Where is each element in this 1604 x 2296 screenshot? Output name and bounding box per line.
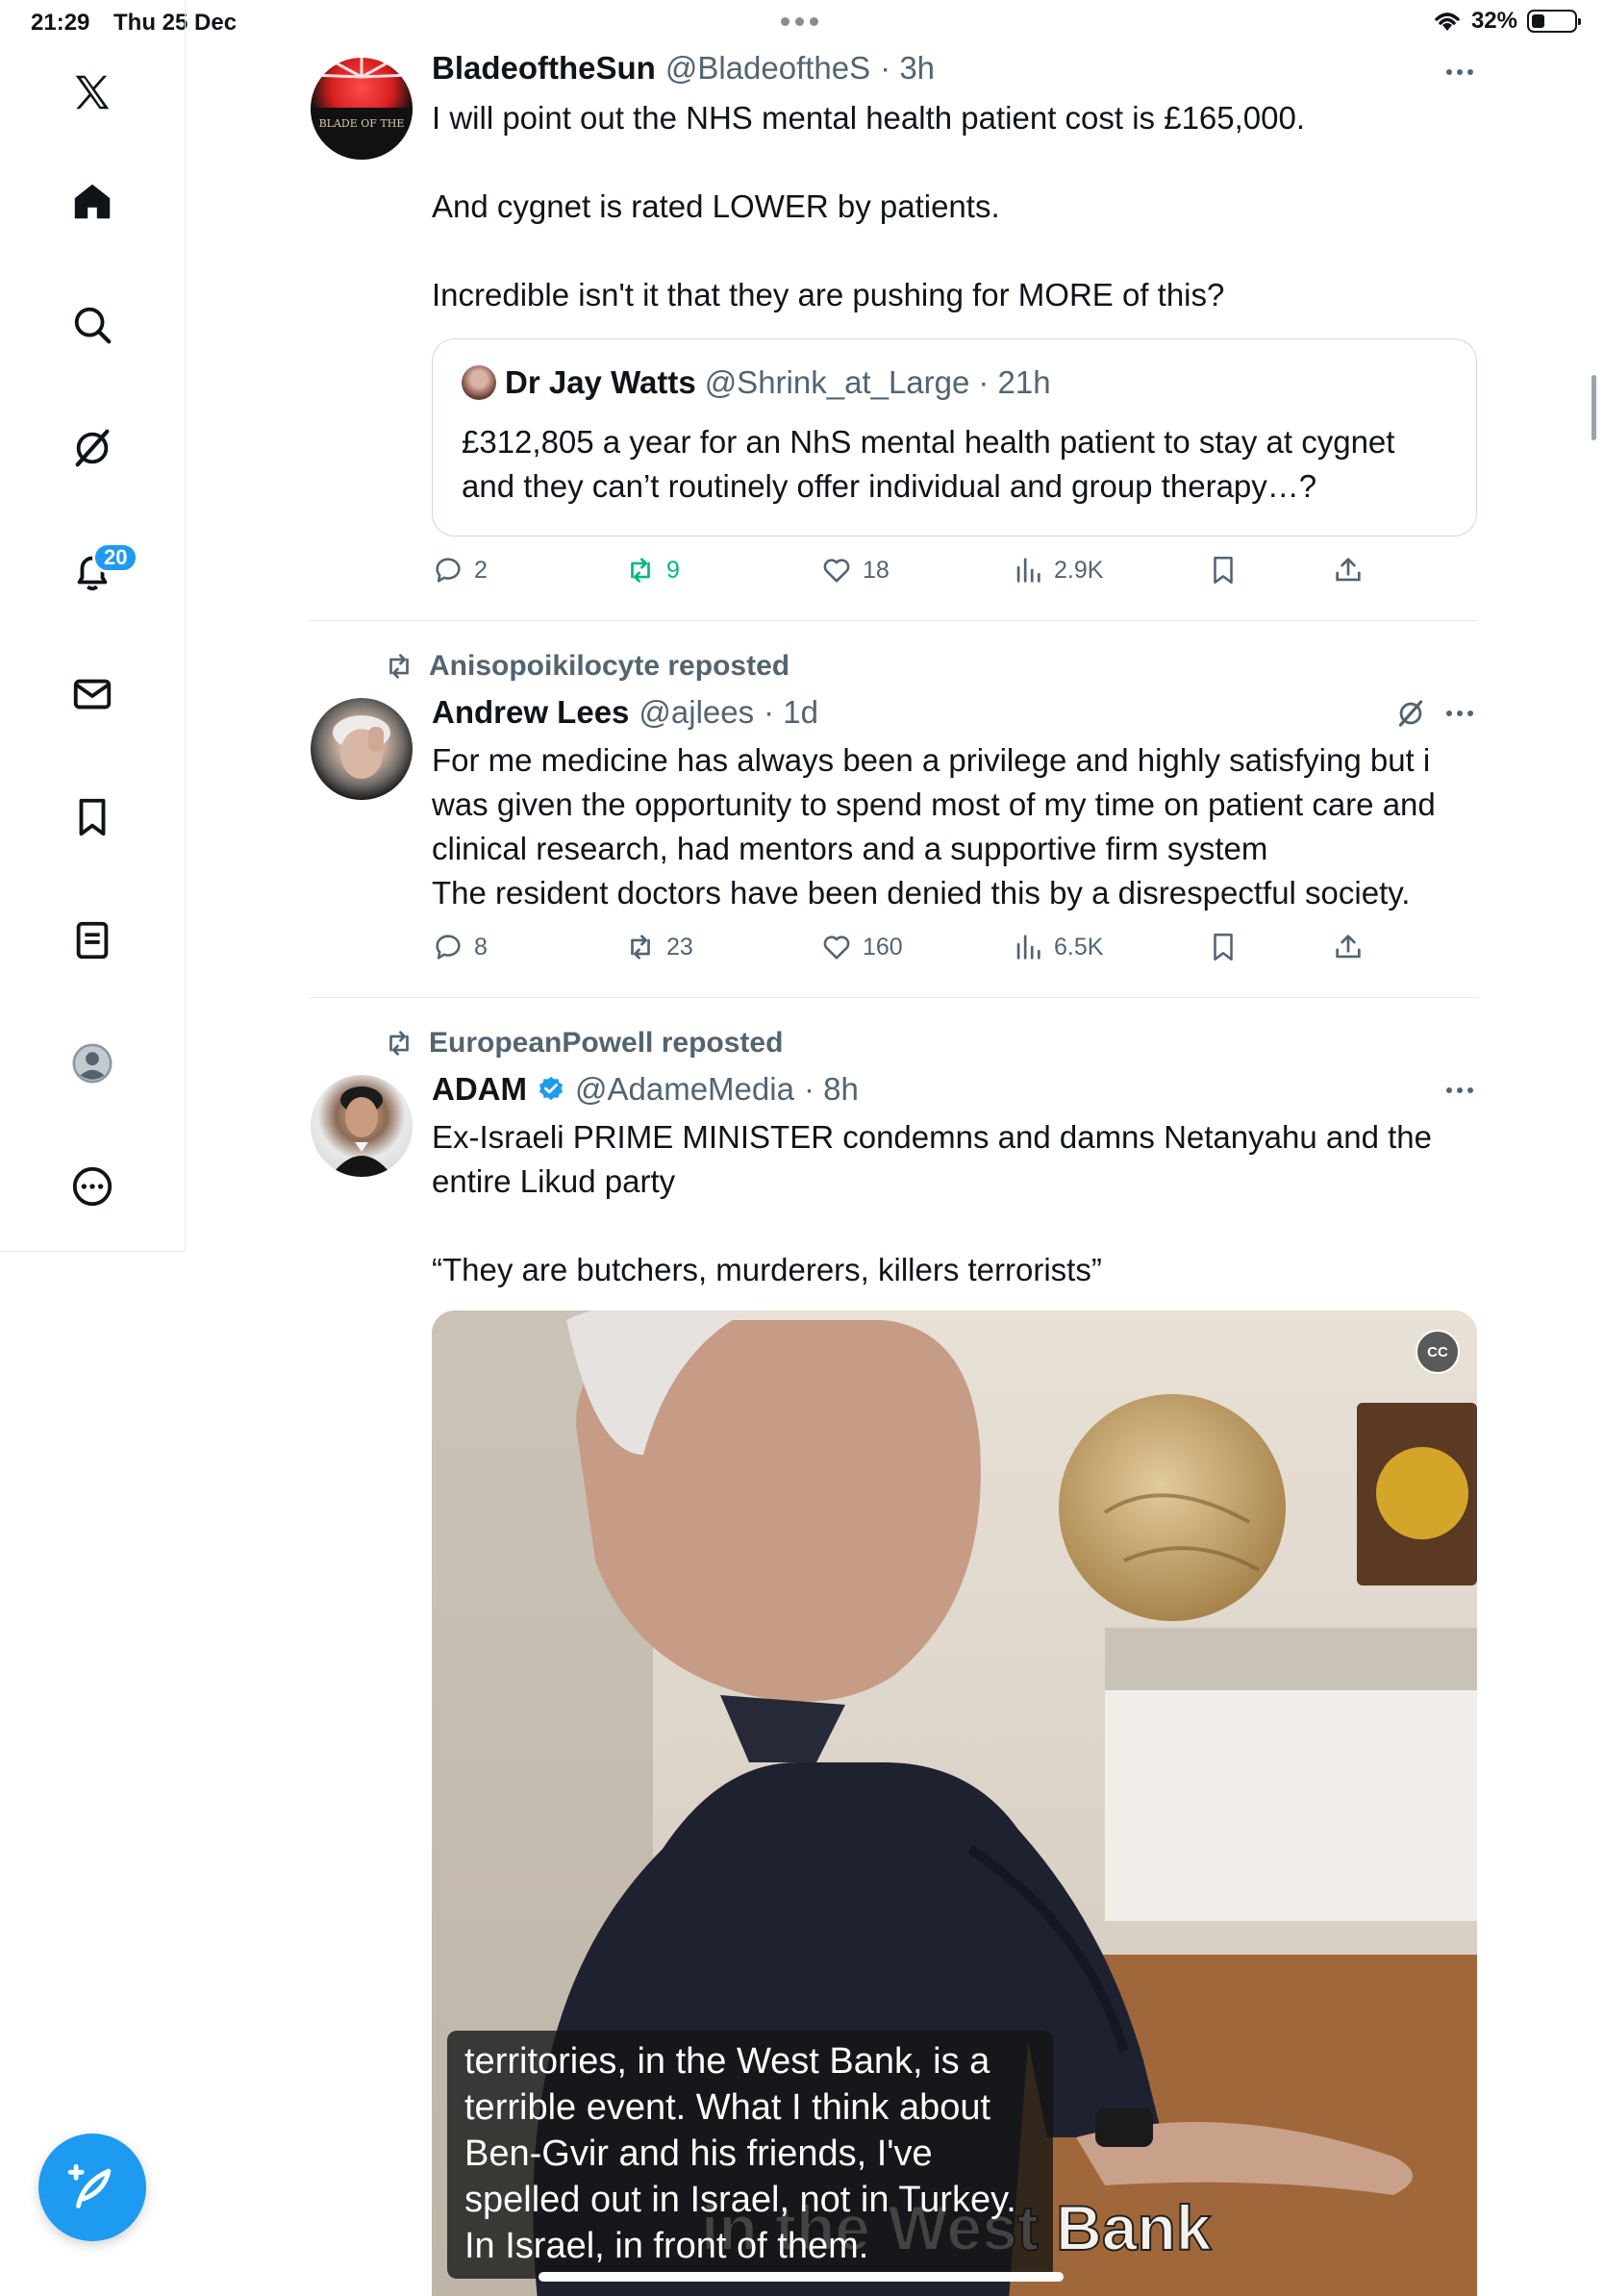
views-count: 2.9K — [1054, 556, 1104, 584]
heart-icon — [823, 936, 850, 960]
divider — [309, 620, 1478, 621]
bookmark-icon — [1214, 556, 1233, 585]
more-options-icon[interactable] — [1446, 69, 1473, 75]
avatar-logo-text: BLADE OF THE — [319, 117, 405, 130]
video-caption: territories, in the West Bank, is a terr… — [447, 2031, 1053, 2279]
heart-icon — [823, 559, 850, 583]
reply-button[interactable]: 8 — [432, 931, 488, 963]
reply-count: 8 — [474, 933, 488, 961]
more-options-icon[interactable] — [1446, 711, 1473, 716]
quoted-tweet[interactable]: Dr Jay Watts @Shrink_at_Large · 21h £312… — [432, 338, 1477, 537]
like-button[interactable]: 160 — [820, 931, 903, 963]
compose-post-button[interactable] — [38, 2134, 146, 2241]
views-icon — [1016, 935, 1040, 960]
grok-icon[interactable] — [1394, 697, 1427, 730]
repost-button[interactable]: 23 — [624, 931, 693, 963]
timestamp[interactable]: · 1d — [764, 694, 818, 731]
quote-header: Dr Jay Watts @Shrink_at_Large · 21h — [462, 364, 1051, 401]
repost-count: 23 — [666, 933, 693, 961]
views-count: 6.5K — [1054, 933, 1104, 961]
status-indicators: 32% — [1433, 8, 1581, 35]
repost-attribution[interactable]: Anisopoikilocyte reposted — [383, 650, 789, 683]
share-icon — [1336, 935, 1361, 959]
reply-button[interactable]: 2 — [432, 554, 488, 586]
reply-icon — [436, 935, 461, 960]
bookmark-button[interactable] — [1207, 931, 1240, 963]
tweet-actions: 8 23 160 6.5K — [432, 931, 1393, 969]
quote-handle: @Shrink_at_Large — [704, 364, 970, 400]
status-bar: 21:29 Thu 25 Dec 32% — [0, 0, 1604, 46]
reply-count: 2 — [474, 556, 488, 584]
avatar[interactable]: BLADE OF THE — [311, 58, 413, 160]
views-button[interactable]: 6.5K — [1012, 931, 1103, 963]
tweet-text: For me medicine has always been a privil… — [432, 742, 1436, 911]
video-player[interactable]: CC in the West Bank territories, in the … — [432, 1310, 1477, 2296]
repost-icon — [389, 1031, 409, 1056]
more-icon[interactable] — [58, 1152, 127, 1221]
like-count: 160 — [863, 933, 903, 961]
messages-icon[interactable] — [58, 660, 127, 729]
lists-icon[interactable] — [58, 906, 127, 975]
compose-feather-icon — [67, 2163, 112, 2209]
avatar[interactable] — [311, 1075, 413, 1177]
bookmarks-icon[interactable] — [58, 783, 127, 852]
views-icon — [1016, 558, 1040, 583]
views-button[interactable]: 2.9K — [1012, 554, 1103, 586]
reply-icon — [436, 558, 461, 583]
quote-timestamp: · 21h — [978, 364, 1051, 400]
tweet-header: ADAM @AdameMedia · 8h — [432, 1071, 859, 1108]
tweet-header: Andrew Lees @ajlees · 1d — [432, 694, 818, 731]
sidebar: 20 — [0, 0, 186, 1252]
multitasking-dots-icon[interactable] — [781, 17, 818, 26]
search-icon[interactable] — [58, 290, 127, 360]
tweet-text: Ex-Israeli PRIME MINISTER condemns and d… — [432, 1119, 1432, 1287]
quote-text: £312,805 a year for an NhS mental health… — [462, 424, 1395, 504]
share-button[interactable] — [1332, 554, 1365, 586]
notifications-badge: 20 — [92, 542, 139, 573]
timestamp[interactable]: · 3h — [880, 50, 935, 87]
repost-icon — [631, 935, 650, 960]
username[interactable]: ADAM — [432, 1071, 527, 1108]
share-icon — [1336, 558, 1361, 582]
bookmark-button[interactable] — [1207, 554, 1240, 586]
username[interactable]: Andrew Lees — [432, 694, 629, 731]
bookmark-icon — [1214, 933, 1233, 961]
more-options-icon[interactable] — [1446, 1087, 1473, 1093]
handle[interactable]: @AdameMedia — [575, 1071, 794, 1108]
home-indicator[interactable] — [539, 2272, 1064, 2282]
handle[interactable]: @ajlees — [639, 694, 754, 731]
reposted-by-label: Anisopoikilocyte reposted — [429, 650, 790, 682]
repost-icon — [631, 558, 650, 583]
timestamp[interactable]: · 8h — [804, 1071, 859, 1108]
username[interactable]: BladeoftheSun — [432, 50, 656, 87]
avatar[interactable] — [311, 698, 413, 800]
tweet-text: I will point out the NHS mental health p… — [432, 100, 1306, 312]
tweet-actions: 2 9 18 2.9K — [432, 554, 1393, 592]
divider — [309, 997, 1478, 998]
quote-username: Dr Jay Watts — [505, 364, 696, 400]
reposted-by-label: EuropeanPowell reposted — [429, 1027, 784, 1059]
home-icon[interactable] — [58, 167, 127, 237]
repost-button[interactable]: 9 — [624, 554, 680, 586]
like-count: 18 — [863, 556, 890, 584]
scrollbar-thumb[interactable] — [1591, 375, 1596, 440]
repost-icon — [389, 654, 409, 679]
closed-captions-button[interactable]: CC — [1416, 1330, 1460, 1374]
quote-avatar — [462, 365, 496, 400]
profile-icon[interactable] — [58, 1029, 127, 1098]
verified-badge-icon — [539, 1076, 564, 1101]
share-button[interactable] — [1332, 931, 1365, 963]
battery-icon — [1527, 10, 1581, 33]
repost-count: 9 — [666, 556, 680, 584]
handle[interactable]: @BladeoftheS — [665, 50, 870, 87]
repost-attribution[interactable]: EuropeanPowell reposted — [383, 1027, 783, 1060]
x-logo-icon[interactable] — [58, 58, 127, 127]
like-button[interactable]: 18 — [820, 554, 890, 586]
wifi-icon — [1435, 12, 1460, 31]
battery-percent: 32% — [1470, 8, 1517, 34]
tweet-header: BladeoftheSun @BladeoftheS · 3h — [432, 50, 935, 87]
grok-icon[interactable] — [58, 413, 127, 483]
